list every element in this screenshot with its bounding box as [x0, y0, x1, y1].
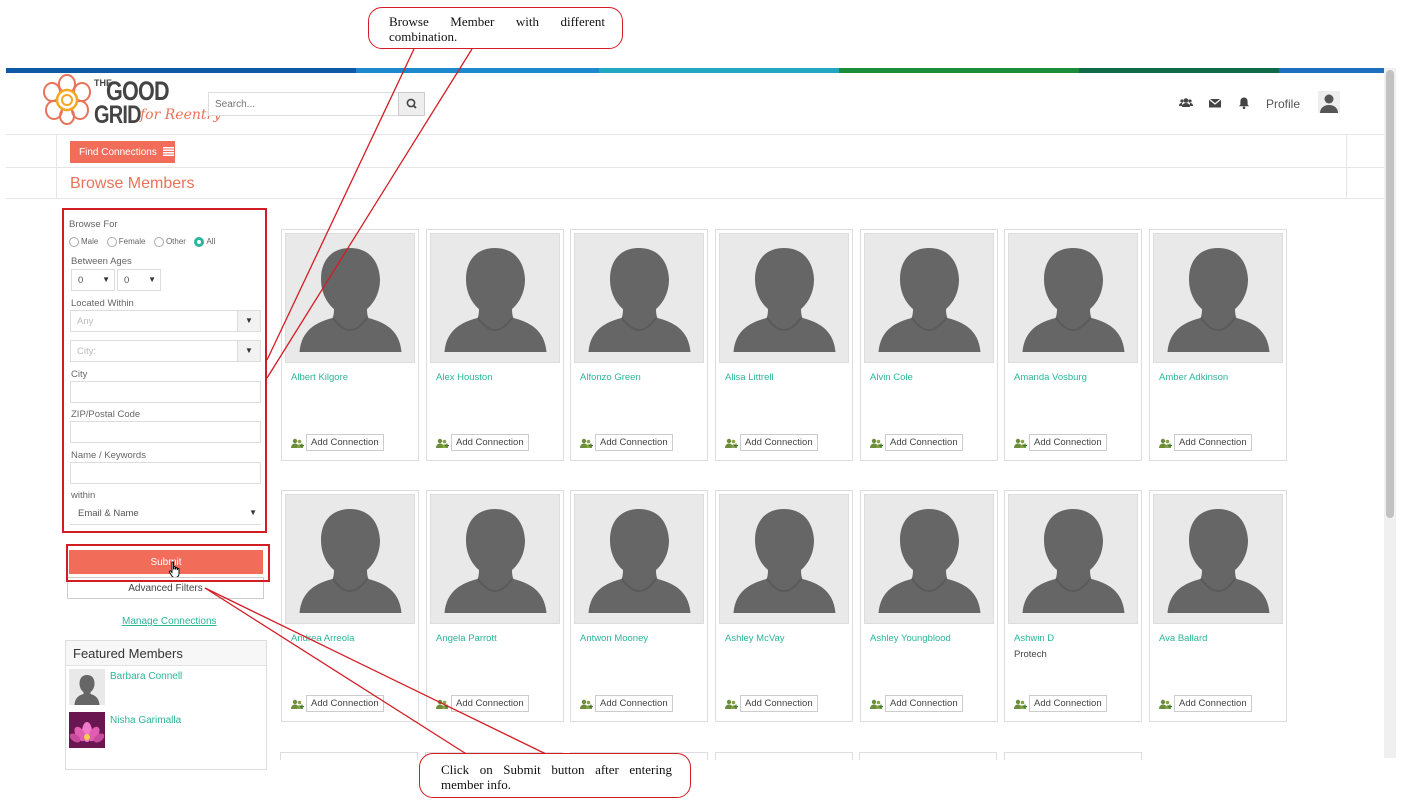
annotation-callout-bottom-text: Click on Submit button after entering me… — [441, 762, 672, 792]
connector-line-top-left — [266, 48, 415, 361]
annotation-callout-top-text: Browse Member with different combination… — [389, 14, 605, 44]
annotation-callout-bottom: Click on Submit button after entering me… — [419, 753, 691, 798]
connector-line-bottom-right — [204, 587, 549, 756]
annotation-callout-top: Browse Member with different combination… — [368, 7, 623, 49]
annotation-connectors — [204, 48, 549, 756]
connector-line-top-right — [266, 48, 473, 379]
connector-line-bottom-left — [204, 587, 469, 756]
